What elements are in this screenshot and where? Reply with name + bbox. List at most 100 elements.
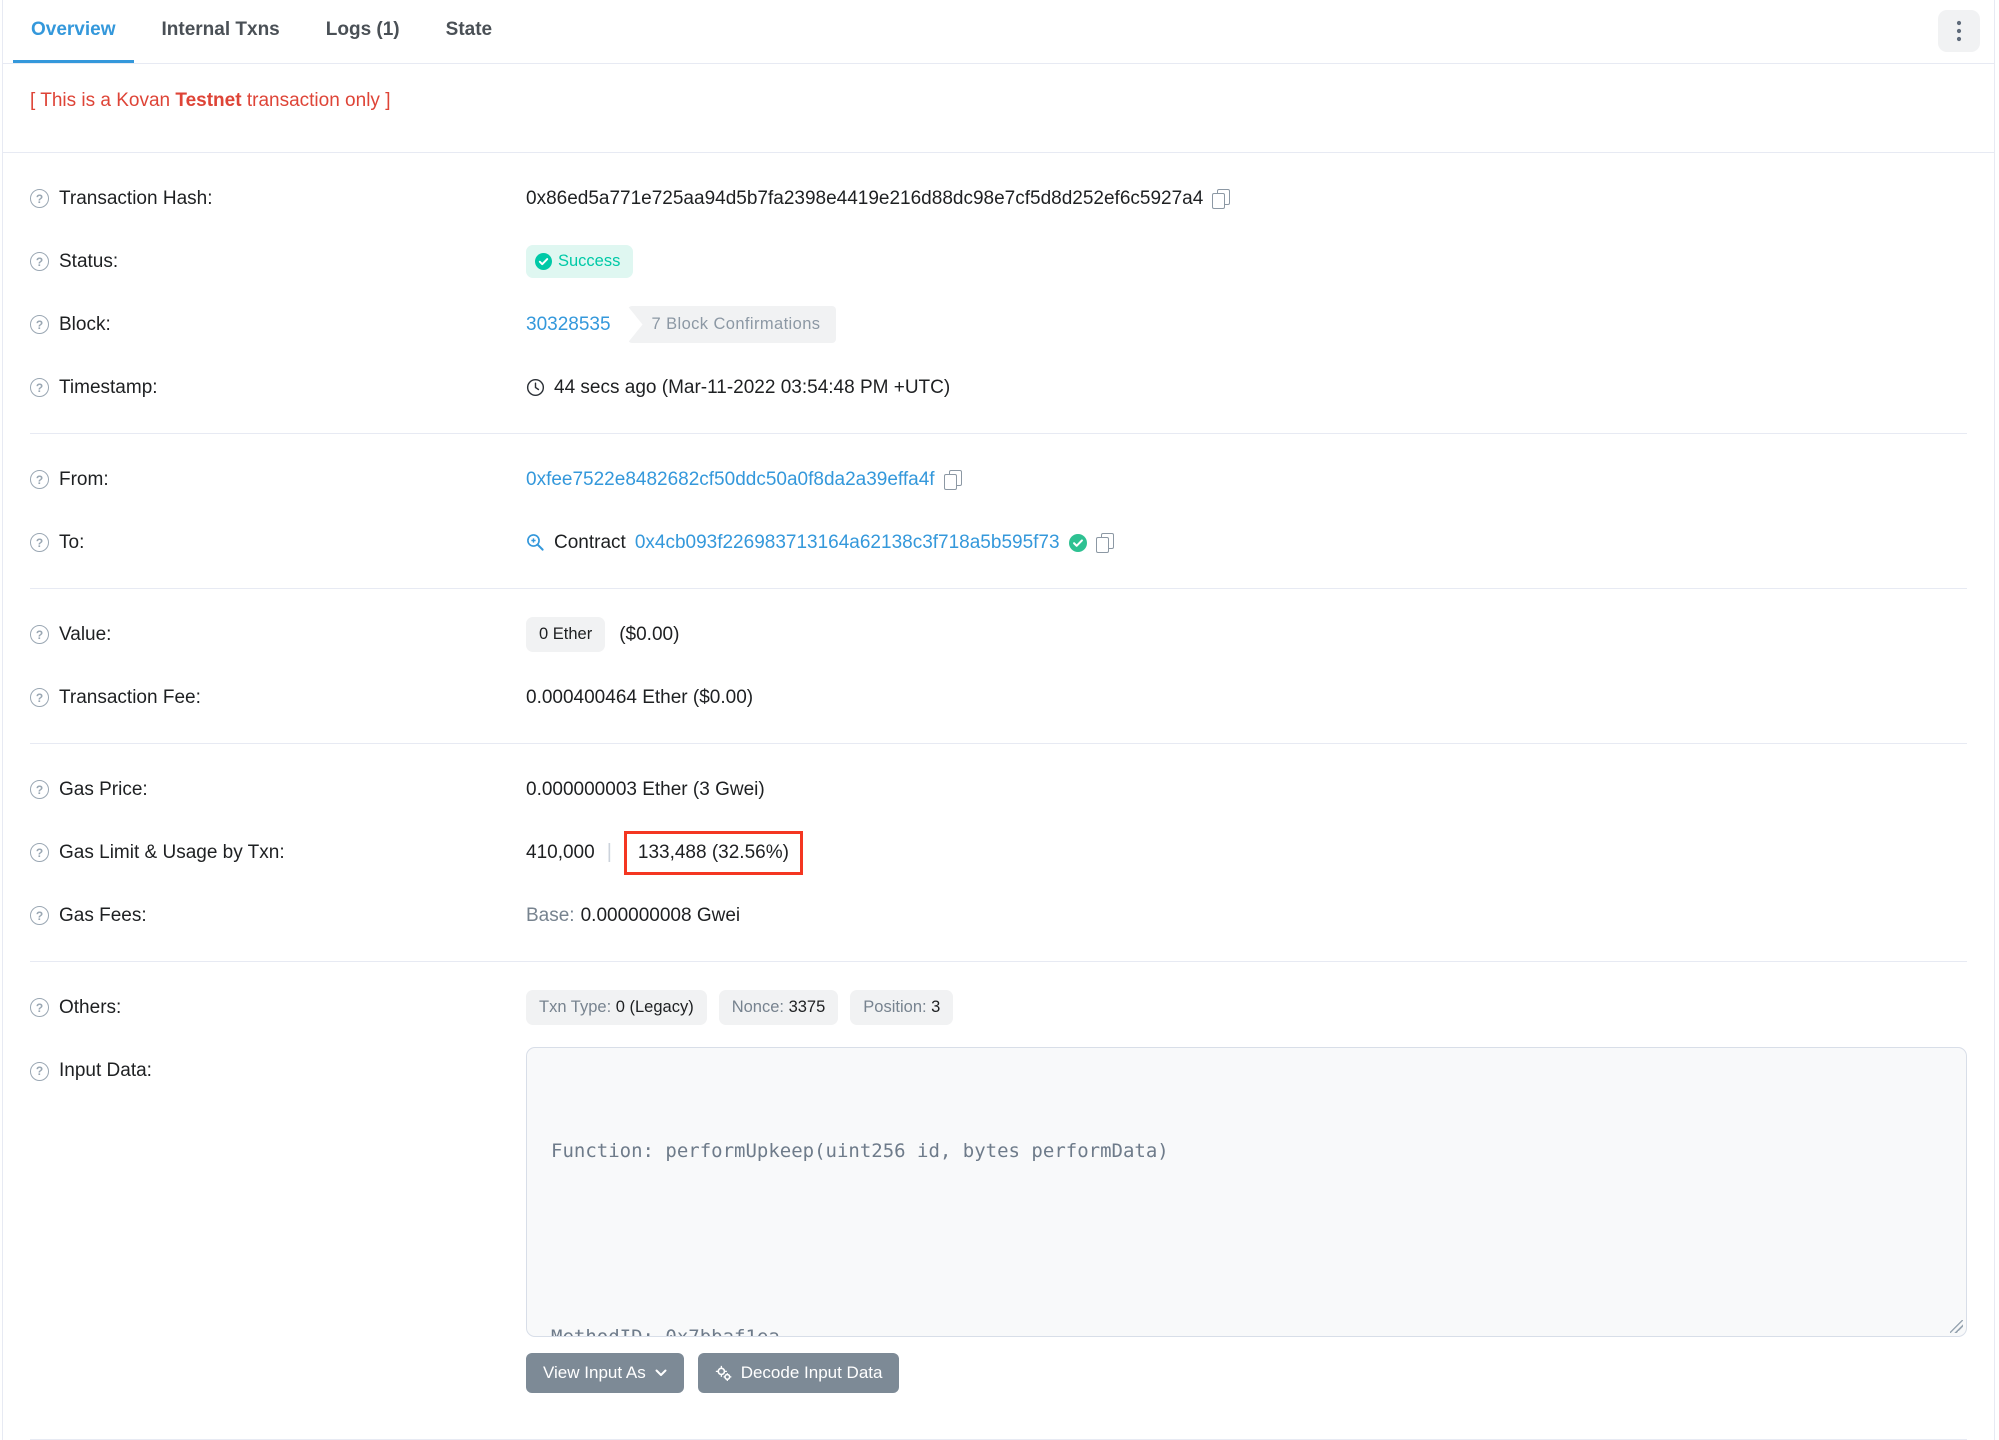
help-icon[interactable]: ? (30, 998, 49, 1017)
row-gas-fees: ? Gas Fees: Base: 0.000000008 Gwei (30, 884, 1967, 947)
notice-text-bold: Testnet (175, 90, 242, 111)
more-options-button[interactable] (1938, 10, 1980, 52)
section-gas: ? Gas Price: 0.000000003 Ether (3 Gwei) … (30, 744, 1967, 962)
copy-icon[interactable] (1095, 532, 1114, 553)
gas-fees-base-label: Base: (526, 904, 575, 926)
notice-text-suffix: transaction only ] (241, 90, 391, 111)
from-address-link[interactable]: 0xfee7522e8482682cf50ddc50a0f8da2a39effa… (526, 469, 935, 491)
txn-type-value: 0 (Legacy) (615, 998, 694, 1016)
chevron-down-icon (655, 1369, 667, 1376)
row-from: ? From: 0xfee7522e8482682cf50ddc50a0f8da… (30, 448, 1967, 511)
testnet-notice: [ This is a Kovan Testnet transaction on… (3, 64, 1994, 153)
gas-limit-value: 410,000 (526, 841, 595, 863)
row-others: ? Others: Txn Type: 0 (Legacy) Nonce: 33… (30, 976, 1967, 1039)
position-badge: Position: 3 (850, 990, 954, 1025)
section-addresses: ? From: 0xfee7522e8482682cf50ddc50a0f8da… (30, 434, 1967, 589)
help-icon[interactable]: ? (30, 625, 49, 644)
transaction-hash-value: 0x86ed5a771e725aa94d5b7fa2398e4419e216d8… (526, 187, 1204, 209)
notice-text-prefix: [ This is a Kovan (30, 90, 176, 111)
decode-gears-icon (715, 1365, 732, 1381)
block-confirmations-badge: 7 Block Confirmations (627, 306, 837, 343)
block-number-link[interactable]: 30328535 (526, 314, 611, 336)
tab-bar: Overview Internal Txns Logs (1) State (3, 0, 1994, 64)
value-usd: ($0.00) (619, 623, 680, 645)
value-label: Value: (59, 623, 112, 645)
gas-usage-value: 133,488 (32.56%) (637, 841, 789, 863)
row-to: ? To: Contract 0x4cb093f226983713164a621… (30, 511, 1967, 574)
row-gas-price: ? Gas Price: 0.000000003 Ether (3 Gwei) (30, 758, 1967, 821)
row-value: ? Value: 0 Ether ($0.00) (30, 603, 1967, 666)
section-overview-top: ? Transaction Hash: 0x86ed5a771e725aa94d… (30, 153, 1967, 434)
gas-usage-highlight-box: 133,488 (32.56%) (623, 830, 803, 875)
row-input-data: ? Input Data: Function: performUpkeep(ui… (30, 1047, 1967, 1337)
row-block: ? Block: 30328535 7 Block Confirmations (30, 293, 1967, 356)
textarea-resize-handle[interactable] (1950, 1320, 1963, 1333)
decode-input-data-label: Decode Input Data (740, 1363, 883, 1382)
help-icon[interactable]: ? (30, 843, 49, 862)
transaction-fee-value: 0.000400464 Ether ($0.00) (526, 686, 754, 708)
transaction-hash-label: Transaction Hash: (59, 187, 213, 209)
position-value: 3 (931, 998, 941, 1016)
value-ether-badge: 0 Ether (526, 617, 606, 652)
kebab-menu-icon (1956, 20, 1962, 42)
input-data-actions: View Input As Decode Input Data (526, 1353, 1967, 1393)
gas-price-value: 0.000000003 Ether (3 Gwei) (526, 778, 765, 800)
decode-input-data-button[interactable]: Decode Input Data (697, 1353, 900, 1393)
to-address-link[interactable]: 0x4cb093f226983713164a62138c3f718a5b595f… (635, 532, 1060, 554)
row-transaction-hash: ? Transaction Hash: 0x86ed5a771e725aa94d… (30, 167, 1967, 230)
tab-state[interactable]: State (428, 0, 510, 63)
section-others-input: ? Others: Txn Type: 0 (Legacy) Nonce: 33… (30, 962, 1967, 1440)
gas-fees-base-value: 0.000000008 Gwei (580, 904, 741, 926)
help-icon[interactable]: ? (30, 315, 49, 334)
status-badge: Success (526, 245, 634, 278)
view-input-as-button[interactable]: View Input As (526, 1353, 684, 1393)
nonce-name: Nonce: (731, 998, 789, 1016)
txn-type-name: Txn Type: (539, 998, 616, 1016)
tab-internal-txns[interactable]: Internal Txns (144, 0, 298, 63)
to-label: To: (59, 531, 85, 553)
to-contract-prefix: Contract (554, 531, 626, 553)
help-icon[interactable]: ? (30, 688, 49, 707)
from-label: From: (59, 468, 109, 490)
copy-icon[interactable] (1212, 188, 1231, 209)
help-icon[interactable]: ? (30, 189, 49, 208)
clock-icon (526, 378, 545, 397)
position-name: Position: (863, 998, 932, 1016)
row-status: ? Status: Success (30, 230, 1967, 293)
input-data-label: Input Data: (59, 1060, 152, 1081)
tab-overview[interactable]: Overview (13, 0, 134, 63)
timestamp-value: 44 secs ago (Mar-11-2022 03:54:48 PM +UT… (554, 376, 951, 398)
value-separator: | (606, 841, 612, 863)
check-circle-icon (535, 253, 552, 270)
help-icon[interactable]: ? (30, 1061, 49, 1081)
help-icon[interactable]: ? (30, 533, 49, 552)
nonce-badge: Nonce: 3375 (718, 990, 839, 1025)
section-value-fee: ? Value: 0 Ether ($0.00) ? Transaction F… (30, 589, 1967, 744)
help-icon[interactable]: ? (30, 906, 49, 925)
nonce-value: 3375 (788, 998, 826, 1016)
input-methodid-line: MethodID: 0x7bbaf1ea (551, 1326, 780, 1337)
transaction-fee-label: Transaction Fee: (59, 686, 201, 708)
help-icon[interactable]: ? (30, 378, 49, 397)
magnifier-icon[interactable] (526, 533, 545, 552)
others-label: Others: (59, 996, 122, 1018)
input-function-line: Function: performUpkeep(uint256 id, byte… (551, 1140, 1169, 1162)
help-icon[interactable]: ? (30, 470, 49, 489)
status-label: Status: (59, 250, 119, 272)
help-icon[interactable]: ? (30, 780, 49, 799)
row-transaction-fee: ? Transaction Fee: 0.000400464 Ether ($0… (30, 666, 1967, 729)
tab-logs[interactable]: Logs (1) (308, 0, 418, 63)
gas-price-label: Gas Price: (59, 778, 148, 800)
view-input-as-label: View Input As (543, 1363, 646, 1382)
timestamp-label: Timestamp: (59, 376, 158, 398)
input-data-textarea[interactable]: Function: performUpkeep(uint256 id, byte… (526, 1047, 1967, 1337)
block-label: Block: (59, 313, 111, 335)
transaction-detail-card: Overview Internal Txns Logs (1) State [ … (2, 0, 1995, 1440)
status-badge-text: Success (558, 252, 621, 270)
row-gas-limit-usage: ? Gas Limit & Usage by Txn: 410,000 | 13… (30, 821, 1967, 884)
verified-check-icon (1068, 533, 1087, 552)
gas-limit-usage-label: Gas Limit & Usage by Txn: (59, 841, 285, 863)
txn-type-badge: Txn Type: 0 (Legacy) (526, 990, 707, 1025)
copy-icon[interactable] (943, 469, 962, 490)
help-icon[interactable]: ? (30, 252, 49, 271)
